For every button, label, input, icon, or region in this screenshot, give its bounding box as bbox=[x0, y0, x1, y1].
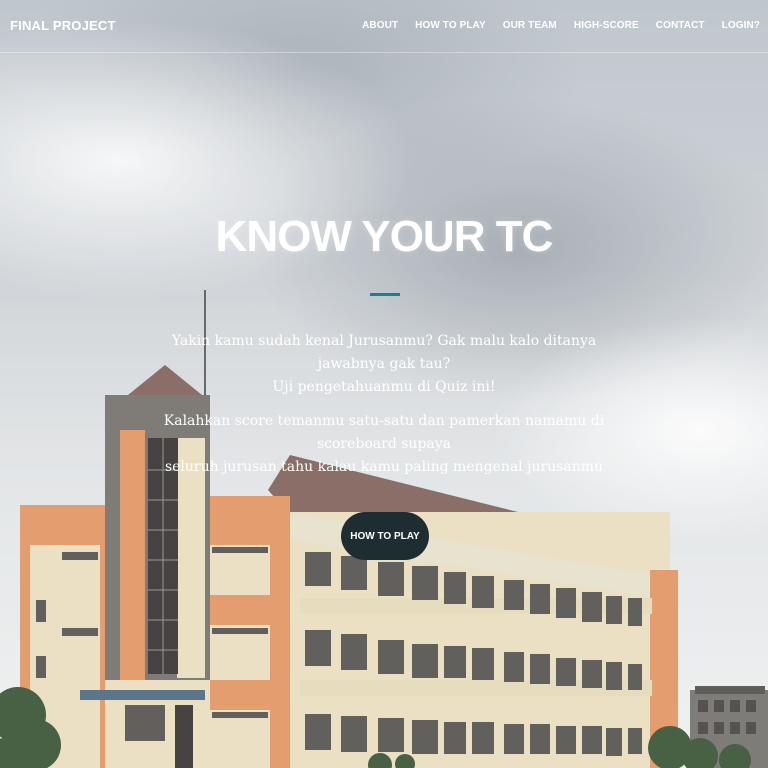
hero-challenge-text: Kalahkan score temanmu satu-satu dan pam… bbox=[150, 410, 618, 479]
hero-challenge-line-1: Kalahkan score temanmu satu-satu dan pam… bbox=[163, 413, 605, 452]
nav-contact[interactable]: CONTACT bbox=[656, 20, 705, 31]
title-divider bbox=[370, 293, 400, 296]
nav-menu: ABOUT HOW TO PLAY OUR TEAM HIGH-SCORE CO… bbox=[345, 20, 760, 31]
hero-intro-line-2: Uji pengetahuanmu di Quiz ini! bbox=[272, 379, 496, 395]
nav-login[interactable]: LOGIN? bbox=[722, 20, 760, 31]
nav-high-score[interactable]: HIGH-SCORE bbox=[574, 20, 639, 31]
nav-about[interactable]: ABOUT bbox=[362, 20, 398, 31]
nav-how-to-play[interactable]: HOW TO PLAY bbox=[415, 20, 486, 31]
top-navbar: FINAL PROJECT ABOUT HOW TO PLAY OUR TEAM… bbox=[0, 0, 768, 53]
hero-intro-line-1: Yakin kamu sudah kenal Jurusanmu? Gak ma… bbox=[171, 333, 597, 372]
hero-title: KNOW YOUR TC bbox=[215, 212, 554, 261]
hero-challenge-line-2: seluruh jurusan tahu kalau kamu paling m… bbox=[164, 459, 604, 475]
brand-logo[interactable]: FINAL PROJECT bbox=[10, 18, 116, 33]
hero-intro-text: Yakin kamu sudah kenal Jurusanmu? Gak ma… bbox=[150, 330, 618, 399]
how-to-play-button[interactable]: HOW TO PLAY bbox=[341, 512, 429, 560]
nav-our-team[interactable]: OUR TEAM bbox=[503, 20, 557, 31]
